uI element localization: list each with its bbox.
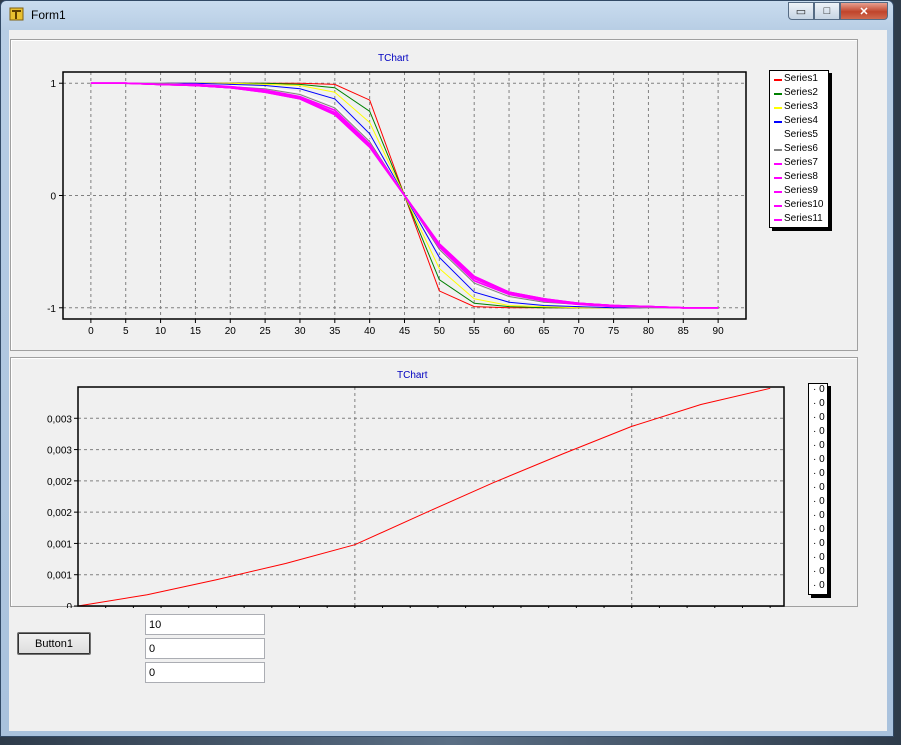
chart2-legend-item: · 0 [813,552,825,563]
chart1-legend-swatch [774,205,782,207]
maximize-icon: □ [823,5,831,17]
chart1-legend-label: Series1 [784,73,818,84]
chart1-panel: TChart 0 5 10 15 20 25 30 35 40 45 50 55 60 65 70 75 80 8… [10,39,858,351]
chart2-ytick-label: 0 [66,602,72,608]
chart2-legend-item: · 0 [813,510,825,521]
close-icon: ✕ [859,5,869,18]
edit-1[interactable] [145,614,265,635]
minimize-icon: ▭ [795,5,807,18]
chart2-legend-item: · 0 [813,440,825,451]
chart1-xtick-label: 60 [503,326,515,337]
chart1-xtick-label: 85 [678,326,690,337]
chart2-legend-item: · 0 [813,426,825,437]
chart1-xtick-label: 55 [469,326,481,337]
title-bar[interactable]: Form1 ▭ □ ✕ [1,1,893,29]
chart1-xtick-label: 10 [155,326,167,337]
chart2-ytick-label: 0,001 [47,571,72,582]
chart1-xtick-label: 30 [294,326,306,337]
chart2-plot[interactable]: 00,0010,0010,0020,0020,0030,00312 [11,358,859,608]
chart1-xtick-label: 5 [123,326,129,337]
chart1-ytick-label: 0 [50,192,56,203]
chart1-ytick-label: 1 [50,79,56,90]
chart1-legend-swatch [774,149,782,151]
chart1-legend-label: Series3 [784,101,818,112]
chart2-ytick-label: 0,002 [47,477,72,488]
chart1-legend-swatch [774,79,782,81]
chart2-legend-item: · 0 [813,580,825,591]
chart1-legend-label: Series7 [784,157,818,168]
minimize-button[interactable]: ▭ [788,2,814,20]
chart1-xtick-label: 15 [190,326,202,337]
chart1-xtick-label: 45 [399,326,411,337]
close-button[interactable]: ✕ [840,2,888,20]
chart1-legend-swatch [774,191,782,193]
chart2-legend-item: · 0 [813,398,825,409]
chart1-legend[interactable]: Series1 Series2 Series3 Series4 Series5 Serie… [769,70,829,228]
chart2-legend-item: · 0 [813,538,825,549]
edit-2[interactable] [145,638,265,659]
chart1-legend-label: Series6 [784,143,818,154]
chart1-legend-label: Series8 [784,171,818,182]
chart1-legend-swatch [774,163,782,165]
chart2-legend-item: · 0 [813,524,825,535]
chart1-xtick-label: 20 [225,326,237,337]
chart1-legend-label: Series2 [784,87,818,98]
chart1-legend-label: Series9 [784,185,818,196]
chart1-xtick-label: 65 [538,326,550,337]
window-title: Form1 [31,8,66,22]
chart1-xtick-label: 80 [643,326,655,337]
chart1-legend-label: Series11 [784,213,823,224]
chart2-panel: TChart 00,0010,0010,0020,0020,0030,00312… [10,357,859,608]
maximize-button[interactable]: □ [814,2,840,20]
chart1-legend-swatch [774,219,782,221]
button1[interactable]: Button1 [17,632,91,655]
chart1-xtick-label: 0 [88,326,94,337]
chart1-xtick-label: 25 [260,326,272,337]
chart2-legend-item: · 0 [813,384,825,395]
chart2-legend-item: · 0 [813,496,825,507]
chart1-legend-swatch [774,177,782,179]
chart2-ytick-label: 0,002 [47,508,72,519]
chart1-xtick-label: 70 [573,326,585,337]
chart1-ytick-label: -1 [47,304,56,315]
form1-window: Form1 ▭ □ ✕ TChart 0 5 10 15 20 25 30 35 40 45 50 5… [0,0,894,737]
chart1-legend-swatch [774,135,782,137]
chart2-ytick-label: 0,001 [47,539,72,550]
chart1-legend-label: Series4 [784,115,818,126]
chart2-ytick-label: 0,003 [47,446,72,457]
chart2-background [78,387,784,606]
chart1-xtick-label: 35 [329,326,341,337]
edit-3[interactable] [145,662,265,683]
chart1-xtick-label: 75 [608,326,620,337]
app-icon [9,7,24,21]
chart1-xtick-label: 40 [364,326,376,337]
chart1-legend-label: Series5 [784,129,818,140]
chart2-legend[interactable]: · 0 · 0 · 0 · 0 · 0 · 0 · 0 · 0 · 0 · 0 · 0 · 0 · 0 ·… [808,383,828,595]
chart1-legend-swatch [774,121,782,123]
chart2-legend-item: · 0 [813,566,825,577]
form-client-area: TChart 0 5 10 15 20 25 30 35 40 45 50 55 60 65 70 75 80 8… [9,30,887,731]
chart2-legend-item: · 0 [813,412,825,423]
chart1-legend-swatch [774,93,782,95]
chart1-plot[interactable]: 0 5 10 15 20 25 30 35 40 45 50 55 60 65 70 75 80 85 9010-1 [11,40,859,352]
chart2-legend-item: · 0 [813,454,825,465]
chart1-legend-swatch [774,107,782,109]
chart2-legend-item: · 0 [813,482,825,493]
chart1-legend-label: Series10 [784,199,824,210]
chart1-xtick-label: 50 [434,326,446,337]
chart1-xtick-label: 90 [713,326,725,337]
chart2-ytick-label: 0,003 [47,414,72,425]
chart2-legend-item: · 0 [813,468,825,479]
